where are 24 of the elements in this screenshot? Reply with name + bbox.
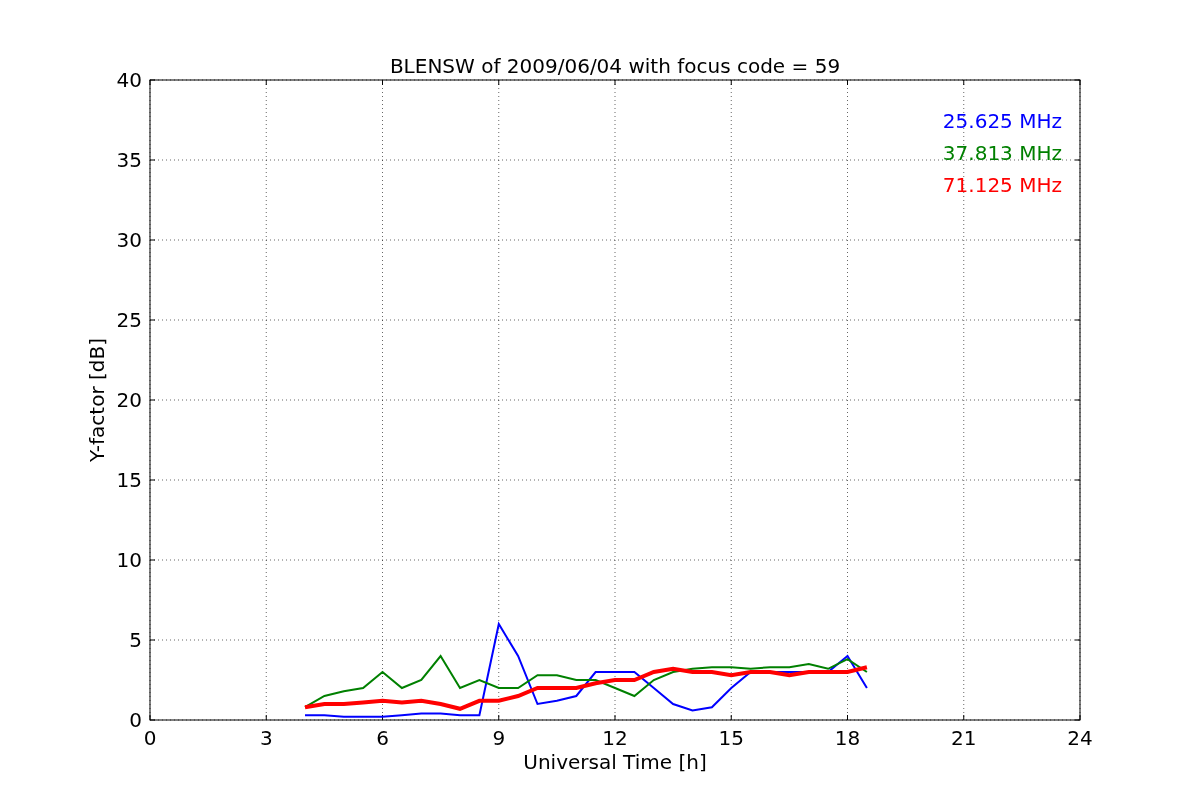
x-tick-label: 6 [376,726,389,750]
y-tick-label: 20 [116,388,142,412]
y-tick-label: 35 [116,148,142,172]
x-tick-label: 18 [834,726,861,750]
y-tick-label: 40 [116,68,142,92]
x-tick-label: 15 [718,726,744,750]
chart-title: BLENSW of 2009/06/04 with focus code = 59 [389,54,841,78]
x-tick-label: 12 [602,726,628,750]
x-tick-label: 0 [143,726,157,750]
x-tick-label: 24 [1067,726,1093,750]
y-tick-label: 30 [116,228,142,252]
y-tick-label: 5 [129,628,142,652]
legend-label: 71.125 MHz [942,173,1062,197]
legend-label: 25.625 MHz [942,109,1062,133]
y-tick-label: 25 [116,308,142,332]
y-tick-label: 0 [129,708,142,732]
y-tick-label: 10 [116,548,142,572]
x-tick-label: 21 [951,726,977,750]
legend-label: 37.813 MHz [942,141,1062,165]
x-axis-label: Universal Time [h] [523,750,707,774]
y-tick-label: 15 [116,468,142,492]
x-tick-label: 3 [259,726,273,750]
y-axis-label: Y-factor [dB] [85,338,109,462]
x-tick-label: 9 [492,726,506,750]
